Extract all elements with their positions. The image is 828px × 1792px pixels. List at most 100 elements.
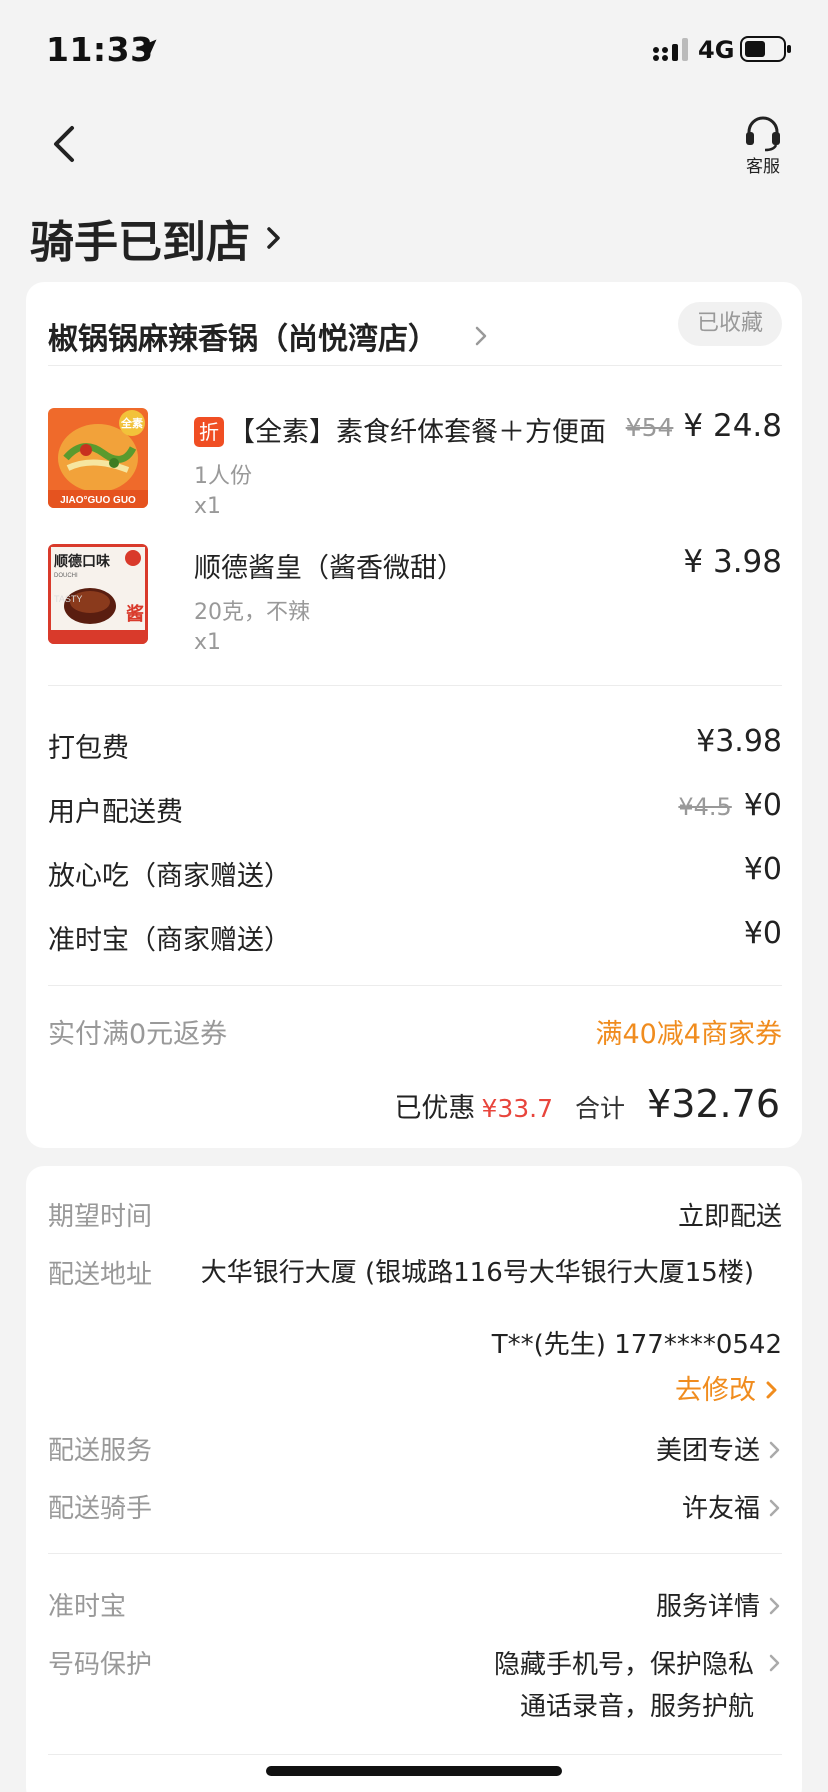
chevron-right-icon [267,227,280,249]
original-price: ¥54 [625,413,674,442]
fee-original: ¥4.5 [678,793,732,821]
thumb-tasty: TASTY [54,594,82,604]
fee-row-ontime: 准时宝（商家赠送） ¥0 [48,916,782,956]
divider [48,985,782,986]
item-title: 顺德酱皇（酱香微甜） [194,553,464,584]
privacy-text: 隐藏手机号，保护隐私 通话录音，服务护航 [494,1644,754,1728]
address-text: 大华银行大厦 (银城路116号大华银行大厦15楼) [200,1258,754,1288]
thumb-title: 顺德口味 [54,553,110,570]
edit-address-label: 去修改 [675,1375,756,1406]
item-price: ¥ 3.98 [683,544,782,580]
chevron-left-icon [54,126,74,162]
signal-icon [653,38,688,61]
order-card: 椒锅锅麻辣香锅（尚悦湾店） 已收藏 JIAO°GUO GUO 全素 折【全素】素… [26,282,802,1148]
contact-info: T**(先生) 177****0542 [491,1330,782,1360]
customer-service-button[interactable]: 客服 [738,114,788,180]
thumb-caption: JIAO°GUO GUO [60,495,136,506]
fee-label: 放心吃（商家赠送） [48,861,291,892]
rebate-label: 实付满0元返券 [48,1019,228,1050]
divider [48,1754,782,1755]
fee-label: 准时宝（商家赠送） [48,925,291,956]
expected-time-row: 期望时间 立即配送 [48,1196,782,1236]
chevron-right-icon [769,1499,780,1517]
location-arrow-icon [135,39,157,61]
delivery-card: 期望时间 立即配送 配送地址 大华银行大厦 (银城路116号大华银行大厦15楼)… [26,1166,802,1792]
edit-address-link[interactable]: 去修改 [675,1368,782,1407]
current-price: ¥ 24.8 [683,408,782,444]
fee-row-packaging: 打包费 ¥3.98 [48,724,782,764]
privacy-line: 通话录音，服务护航 [519,1692,754,1722]
chevron-right-icon [766,1381,777,1399]
home-indicator[interactable] [266,1766,562,1776]
order-item[interactable]: 顺德口味 DOUCHI TASTY 酱 顺德酱皇（酱香微甜） 20克，不辣 x1… [48,544,782,664]
info-label: 配送骑手 [48,1494,153,1524]
fee-current: ¥0 [743,788,782,823]
info-label: 配送服务 [48,1436,153,1466]
rebate-value: 满40减4商家券 [595,1019,782,1050]
fee-label: 用户配送费 [48,797,183,828]
fee-value: ¥3.98 [696,724,782,759]
thumb-sub: DOUCHI [54,573,78,579]
current-price: ¥ 3.98 [683,544,782,580]
item-qty: x1 [194,494,222,519]
info-label: 准时宝 [48,1592,127,1622]
rider-row[interactable]: 配送骑手 许友福 [48,1488,782,1528]
ontime-row[interactable]: 准时宝 服务详情 [48,1586,782,1626]
customer-service-label: 客服 [746,157,780,177]
item-title: 折【全素】素食纤体套餐＋方便面 [194,410,606,449]
info-label: 号码保护 [48,1650,153,1680]
store-name: 椒锅锅麻辣香锅（尚悦湾店） [48,322,438,357]
chevron-right-icon [769,1441,780,1459]
info-value: 服务详情 [656,1586,782,1623]
chevron-right-icon [475,326,487,346]
saved-value: ¥33.7 [481,1094,554,1123]
network-type: 4G [698,36,735,64]
chevron-right-icon [769,1597,780,1615]
delivery-service-row[interactable]: 配送服务 美团专送 [48,1430,782,1470]
store-header[interactable]: 椒锅锅麻辣香锅（尚悦湾店） 已收藏 [48,302,782,362]
order-status-header[interactable]: 骑手已到店 [30,206,284,270]
fee-value: ¥0 [743,916,782,951]
favorite-badge[interactable]: 已收藏 [678,302,782,346]
order-item[interactable]: JIAO°GUO GUO 全素 折【全素】素食纤体套餐＋方便面 1人份 x1 ¥… [48,408,782,528]
item-thumbnail: JIAO°GUO GUO 全素 [48,408,148,508]
back-button[interactable] [44,120,84,168]
chevron-right-icon [769,1654,780,1672]
fee-label: 打包费 [48,733,129,764]
item-spec: 20克，不辣 [194,600,310,625]
ontime-value: 服务详情 [655,1592,760,1622]
divider [48,365,782,366]
thumb-badge: 全素 [120,416,143,430]
discount-tag: 折 [194,417,224,447]
fee-row-delivery: 用户配送费 ¥4.5 ¥0 [48,788,782,828]
item-title-text: 【全素】素食纤体套餐＋方便面 [228,417,606,448]
item-thumbnail: 顺德口味 DOUCHI TASTY 酱 [48,544,148,644]
fee-value: ¥0 [743,852,782,887]
info-value: 立即配送 [677,1202,782,1232]
status-bar: 11:33 4G [0,0,828,100]
total-label: 合计 [575,1094,626,1123]
item-qty: x1 [194,630,222,655]
number-protection-row[interactable]: 号码保护 隐藏手机号，保护隐私 通话录音，服务护航 [48,1644,782,1734]
total-summary: 已优惠 ¥33.7 合计 ¥32.76 [394,1082,780,1126]
headset-icon [746,116,780,152]
item-price: ¥54 ¥ 24.8 [626,408,782,444]
divider [48,685,782,686]
total-value: ¥32.76 [647,1082,780,1126]
thumb-big-char: 酱 [126,603,144,625]
info-label: 期望时间 [48,1202,153,1232]
divider [48,1553,782,1554]
service-value: 美团专送 [655,1436,760,1466]
info-value: 许友福 [682,1488,782,1525]
info-value: 美团专送 [656,1430,782,1467]
privacy-line: 隐藏手机号，保护隐私 [493,1650,754,1680]
address-row: 配送地址 大华银行大厦 (银城路116号大华银行大厦15楼) T**(先生) 1… [48,1254,782,1414]
saved-label: 已优惠 [394,1093,476,1124]
fee-value: ¥4.5 ¥0 [678,788,782,823]
fee-row-safe-eat: 放心吃（商家赠送） ¥0 [48,852,782,892]
info-label: 配送地址 [48,1260,153,1290]
rider-value: 许友福 [681,1494,760,1524]
page-title: 骑手已到店 [30,217,250,268]
item-spec: 1人份 [194,464,252,489]
rebate-row: 实付满0元返券 满40减4商家券 [48,1012,782,1052]
